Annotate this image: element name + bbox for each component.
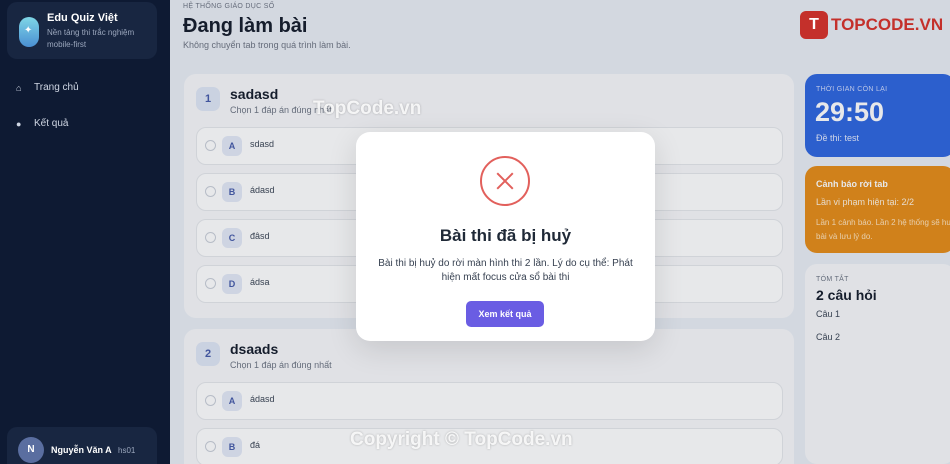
sidebar-item-home[interactable]: ⌂ Trang chủ [16, 82, 79, 93]
sidebar-item-label: Kết quả [34, 118, 69, 129]
user-code: hs01 [118, 446, 136, 455]
brand-title: Edu Quiz Việt [47, 12, 118, 24]
user-card[interactable]: N Nguyễn Văn A hs01 [7, 427, 157, 464]
watermark-copyright: Copyright © TopCode.vn [350, 429, 573, 450]
close-circle-icon [480, 156, 530, 206]
watermark-logo-text: TOPCODE.VN [831, 15, 944, 34]
home-icon: ⌂ [16, 82, 22, 93]
sidebar: Edu Quiz Việt Nền tảng thi trắc nghiệm m… [0, 0, 170, 464]
brand-subtitle: Nền tảng thi trắc nghiệm mobile-first [47, 28, 135, 49]
sidebar-item-label: Trang chủ [34, 82, 79, 93]
cancelled-dialog: Bài thi đã bị huỷ Bài thi bị huỷ do rời … [356, 132, 655, 341]
brand-logo-icon [19, 17, 39, 47]
view-results-button[interactable]: Xem kết quả [466, 301, 544, 327]
avatar: N [18, 437, 44, 463]
sidebar-item-results[interactable]: ● Kết quả [16, 118, 68, 129]
watermark-logo: T TOPCODE.VN [800, 11, 943, 39]
watermark-center: TopCode.vn [313, 98, 422, 119]
dialog-message: Bài thi bị huỷ do rời màn hình thi 2 lần… [378, 258, 633, 283]
user-name: Nguyễn Văn A [51, 445, 112, 455]
trophy-icon: ● [16, 118, 22, 129]
topcode-logo-icon: T [800, 11, 828, 39]
dialog-title: Bài thi đã bị huỷ [439, 226, 572, 245]
brand-card: Edu Quiz Việt Nền tảng thi trắc nghiệm m… [7, 2, 157, 59]
